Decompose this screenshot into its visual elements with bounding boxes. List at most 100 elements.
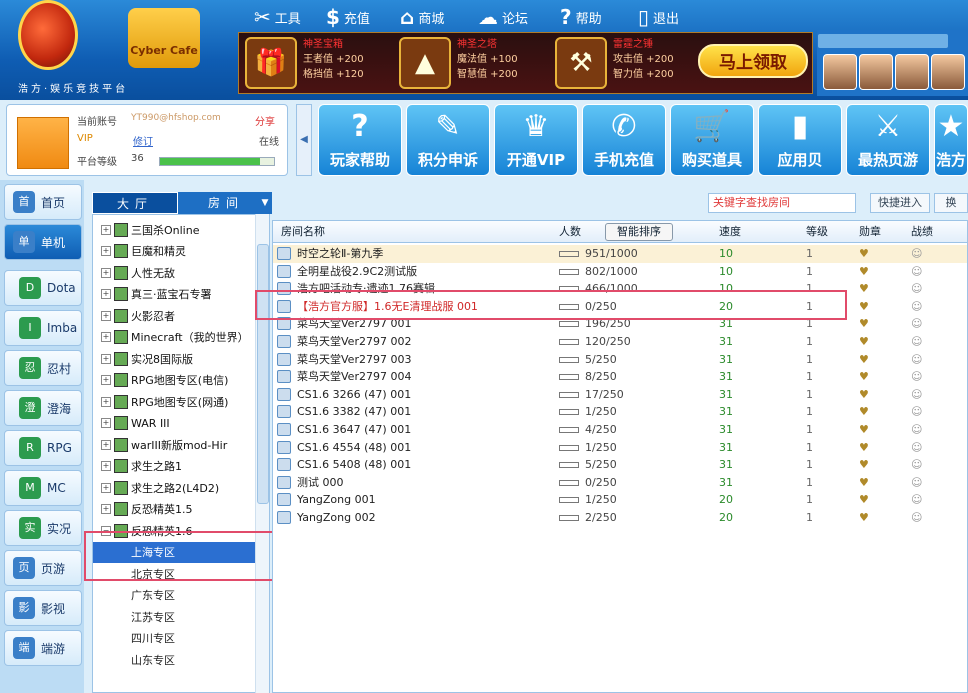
topnav-tools[interactable]: ✂ 工具 [254,4,301,30]
smart-sort-button[interactable]: 智能排序 [605,223,673,241]
count-bar-icon [559,356,579,363]
expand-toggle-icon[interactable]: + [101,224,111,235]
room-name: 菜鸟天堂Ver2797 003 [297,352,412,366]
sidebar-item-7[interactable]: M MC [4,470,82,506]
sidebar-item-11[interactable]: 端端游 [4,630,82,666]
tabs-dropdown-arrow[interactable]: ▼ [258,192,272,214]
ad-item-icon: ⚒ [555,37,607,89]
expand-toggle-icon[interactable]: + [101,332,111,342]
sidebar-item-1[interactable]: 单单机 [4,224,82,260]
expand-toggle-icon[interactable]: + [101,461,111,471]
tab-hall[interactable]: 大厅 [92,192,178,214]
tree-scrollbar[interactable] [255,214,269,693]
expand-toggle-icon[interactable]: + [101,375,111,385]
sidebar-item-9[interactable]: 页页游 [4,550,82,586]
badge-icon: ♥ [859,405,869,419]
quick-enter-button[interactable]: 快捷进入 [870,193,930,213]
topnav-chat[interactable]: ☁ 论坛 [478,4,528,30]
table-row[interactable]: CS1.6 3266 (47) 001 17/250 31 1 ♥ ☺ [273,386,967,404]
tile-1[interactable]: ✎ 积分申诉 [406,104,490,176]
tree-child[interactable]: 山东专区 [131,650,175,671]
table-row[interactable]: 菜鸟天堂Ver2797 003 5/250 31 1 ♥ ☺ [273,351,967,369]
switch-button[interactable]: 换 [934,193,968,213]
col-name[interactable]: 房间名称 [281,221,325,243]
expand-toggle-icon[interactable]: + [101,353,111,364]
tree-node[interactable]: + 真三·蓝宝石专署 [101,284,212,305]
expand-toggle-icon[interactable]: + [101,396,111,407]
tile-4[interactable]: 🛒 购买道具 [670,104,754,176]
sidebar-item-8[interactable]: 实实况 [4,510,82,546]
tile-3[interactable]: ✆ 手机充值 [582,104,666,176]
tile-0[interactable]: ? 玩家帮助 [318,104,402,176]
table-row[interactable]: CS1.6 3647 (47) 001 4/250 31 1 ♥ ☺ [273,421,967,439]
table-row[interactable]: 菜鸟天堂Ver2797 004 8/250 31 1 ♥ ☺ [273,368,967,386]
tiles-scroll-left[interactable]: ◀ [296,104,312,176]
tree-node[interactable]: + 人性无敌 [101,262,175,283]
fix-link[interactable]: 修订 [133,133,153,148]
table-row[interactable]: 测试 000 0/250 31 1 ♥ ☺ [273,474,967,492]
table-row[interactable]: 全明星战役2.9C2测试版 802/1000 10 1 ♥ ☺ [273,263,967,281]
expand-toggle-icon[interactable]: + [101,439,111,450]
tile-5[interactable]: ▮ 应用贝 [758,104,842,176]
sidebar-item-5[interactable]: 澄澄海 [4,390,82,426]
table-row[interactable]: YangZong 001 1/250 20 1 ♥ ☺ [273,491,967,509]
topnav-label: 论坛 [502,11,529,27]
tree-node[interactable]: + 实况8国际版 [101,348,193,369]
tree-node[interactable]: + 三国杀Online [101,219,199,240]
tree-node[interactable]: + RPG地图专区(电信) [101,370,228,391]
expand-toggle-icon[interactable]: + [101,310,111,321]
sidebar-item-2[interactable]: D Dota [4,270,82,306]
table-row[interactable]: CS1.6 4554 (48) 001 1/250 31 1 ♥ ☺ [273,439,967,457]
col-count[interactable]: 人数 [559,221,581,243]
col-speed[interactable]: 速度 [719,221,741,243]
expand-toggle-icon[interactable]: + [101,289,111,299]
table-row[interactable]: YangZong 002 2/250 20 1 ♥ ☺ [273,509,967,527]
tree-child[interactable]: 广东专区 [131,585,175,606]
tree-node[interactable]: + 反恐精英1.5 [101,499,193,520]
tree-child[interactable]: 四川专区 [131,628,175,649]
col-war[interactable]: 战绩 [911,221,933,243]
table-row[interactable]: 菜鸟天堂Ver2797 002 120/250 31 1 ♥ ☺ [273,333,967,351]
table-row[interactable]: 时空之轮Ⅱ-第九季 951/1000 10 1 ♥ ☺ [273,245,967,263]
topnav-shop[interactable]: ⌂ 商城 [400,4,444,30]
sidebar-item-3[interactable]: I Imba [4,310,82,346]
top-search-field[interactable] [818,34,948,48]
sidebar-item-0[interactable]: 首首页 [4,184,82,220]
tree-node[interactable]: + 求生之路2(L4D2) [101,477,219,498]
topnav-exit[interactable]: ▯ 退出 [638,4,679,30]
tree-node[interactable]: + 火影忍者 [101,305,175,326]
sidebar-item-4[interactable]: 忍忍村 [4,350,82,386]
expand-toggle-icon[interactable]: + [101,246,111,256]
expand-toggle-icon[interactable]: + [101,418,111,428]
col-badge[interactable]: 勋章 [859,221,881,243]
sidebar-item-10[interactable]: 影影视 [4,590,82,626]
topnav-money[interactable]: $ 充值 [326,4,370,30]
tree-node[interactable]: + warIII新版mod-Hir [101,434,227,455]
expand-toggle-icon[interactable]: + [101,504,111,514]
tree-scroll-thumb[interactable] [257,244,269,504]
tile-6[interactable]: ⚔ 最热页游 [846,104,930,176]
mc-icon: M [19,477,41,499]
topnav-help[interactable]: ? 帮助 [560,4,602,30]
tree-node[interactable]: + Minecraft（我的世界） [101,327,249,348]
claim-button[interactable]: 马上领取 [698,44,808,78]
tree-child[interactable]: 江苏专区 [131,607,175,628]
tile-2[interactable]: ♛ 开通VIP [494,104,578,176]
war-icon: ☺ [911,458,923,472]
tools-icon: ✂ [254,5,271,29]
tree-node[interactable]: + 巨魔和精灵 [101,241,186,262]
expand-toggle-icon[interactable]: + [101,267,111,278]
table-row[interactable]: CS1.6 3382 (47) 001 1/250 31 1 ♥ ☺ [273,403,967,421]
expand-toggle-icon[interactable]: + [101,482,111,493]
sea-icon: 澄 [19,397,41,419]
table-row[interactable]: CS1.6 5408 (48) 001 5/250 31 1 ♥ ☺ [273,456,967,474]
tree-node[interactable]: + WAR III [101,413,170,434]
tree-node[interactable]: + 求生之路1 [101,456,182,477]
col-level[interactable]: 等级 [806,221,828,243]
tile-7[interactable]: ★ 浩方 [934,104,968,176]
tree-node[interactable]: + RPG地图专区(网通) [101,391,228,412]
user-avatar[interactable] [17,117,69,169]
sidebar-item-6[interactable]: R RPG [4,430,82,466]
share-link[interactable]: 分享 [255,113,275,128]
room-search-input[interactable]: 关键字查找房间 [708,193,856,213]
